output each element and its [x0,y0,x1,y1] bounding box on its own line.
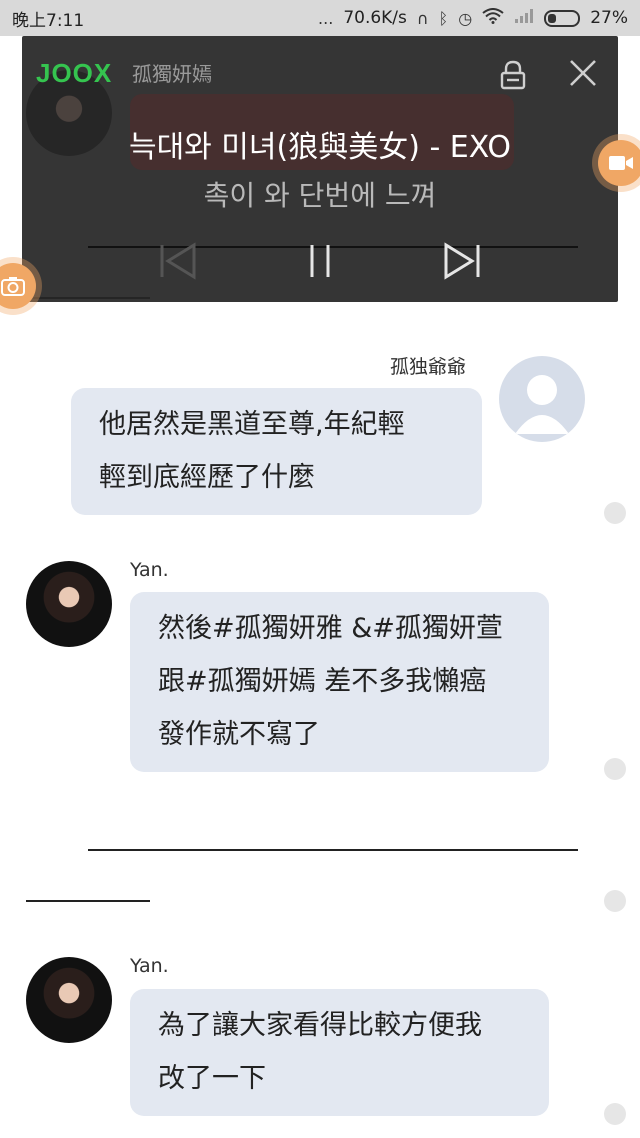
status-bar: 晚上7:11 ... 70.6K/s ∩ ᛒ ◷ 27% [0,0,640,36]
bluetooth-icon: ᛒ [438,8,449,28]
scroll-dot [604,890,626,912]
battery-percent: 27% [590,8,628,28]
pause-icon[interactable] [300,241,340,281]
user-placeholder-icon [515,375,569,434]
battery-icon [544,9,581,27]
close-icon[interactable] [566,56,600,90]
sender-name: Yan. [130,955,169,977]
message-bubble[interactable]: 為了讓大家看得比較方便我 改了一下 [130,989,549,1116]
divider-line [88,849,578,851]
message-line: 輕到底經歷了什麼 [99,462,315,493]
message-line: 為了讓大家看得比較方便我 [158,1010,482,1041]
sender-name: 孤獨妍嫣 [132,62,212,86]
message-line: 改了一下 [158,1063,266,1094]
scroll-dot [604,502,626,524]
lyric-line: 촉이 와 단번에 느껴 [203,179,437,212]
next-icon[interactable] [442,241,482,281]
sender-name: Yan. [130,559,169,581]
avatar[interactable] [499,356,585,442]
alarm-icon: ◷ [458,8,473,28]
wifi-icon [482,8,504,28]
message-bubble[interactable]: 他居然是黑道至尊,年紀輕 輕到底經歷了什麼 [71,388,482,515]
network-speed: 70.6K/s [343,8,407,28]
message-bubble[interactable]: 然後#孤獨妍雅 &#孤獨妍萱 跟#孤獨妍嫣 差不多我懶癌 發作就不寫了 [130,592,549,772]
sender-name: 孤独爺爺 [390,356,467,378]
avatar[interactable] [26,561,112,647]
lock-icon[interactable] [500,60,526,90]
message-line: 然後#孤獨妍雅 &#孤獨妍萱 [158,613,503,644]
status-dots: ... [318,8,334,28]
divider-line [26,900,150,902]
status-indicators: ... 70.6K/s ∩ ᛒ ◷ 27% [318,8,628,28]
song-title: 늑대와 미녀(狼與美女) - EXO [128,130,512,165]
scroll-dot [604,758,626,780]
previous-icon[interactable] [158,241,198,281]
video-call-icon[interactable] [598,140,640,186]
headphones-icon: ∩ [416,8,429,28]
joox-logo: JOOX [36,58,113,88]
message-line: 他居然是黑道至尊,年紀輕 [99,409,405,440]
signal-icon [514,8,534,28]
scroll-dot [604,1103,626,1125]
avatar[interactable] [26,957,112,1043]
message-line: 跟#孤獨妍嫣 差不多我懶癌 [158,666,487,697]
lyrics-overlay[interactable]: 孤獨妍嫣 JOOX 늑대와 미녀(狼與美女) - EXO 촉이 와 단번에 느껴 [22,36,618,302]
status-time: 晚上7:11 [12,10,85,31]
message-line: 發作就不寫了 [158,719,320,750]
